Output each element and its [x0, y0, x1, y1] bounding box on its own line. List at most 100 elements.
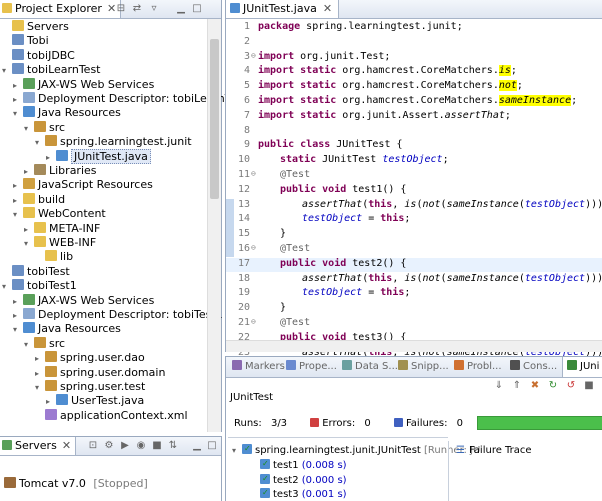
fold-toggle-icon[interactable]: ⊖ [251, 317, 260, 326]
tree-item[interactable]: lib [35, 250, 73, 264]
tree-item[interactable]: tobiTest [2, 264, 70, 279]
debug-server-icon[interactable]: ⊡ [86, 439, 100, 453]
tab-cons[interactable]: Cons... [506, 357, 557, 377]
expand-arrow-icon[interactable]: ▸ [13, 93, 23, 107]
code-line[interactable]: 3 ⊖ import org.junit.Test; [226, 51, 602, 65]
tree-item[interactable]: ▸ JavaScript Resources [13, 178, 153, 192]
code-line[interactable]: 12 public void test1() { [226, 184, 602, 198]
link-with-editor-icon[interactable]: ⇄ [130, 2, 144, 16]
code-line[interactable]: 5 import static org.hamcrest.CoreMatchers… [226, 80, 602, 94]
code-line[interactable]: 16 ⊖ @Test [226, 243, 602, 257]
expand-arrow-icon[interactable]: ▾ [24, 237, 34, 251]
tree-item[interactable]: ▸ JAX-WS Web Services [13, 77, 154, 93]
tree-item[interactable]: ▾ src [24, 120, 65, 135]
expand-arrow-icon[interactable]: ▸ [13, 79, 23, 93]
close-icon[interactable]: ✕ [323, 2, 332, 15]
code-line[interactable]: 14 testObject = this; [226, 213, 602, 227]
tree-item[interactable]: ▸ META-INF [24, 221, 100, 237]
expand-arrow-icon[interactable]: ▾ [13, 107, 23, 121]
code-line[interactable]: 1 package spring.learningtest.junit; [226, 21, 602, 35]
expand-arrow-icon[interactable]: ▸ [24, 223, 34, 237]
explorer-scrollbar[interactable] [207, 19, 221, 432]
code-line[interactable]: 20} [226, 302, 602, 316]
tree-item[interactable]: ▸ spring.user.dao [35, 351, 145, 365]
collapse-all-icon[interactable]: ⊟ [114, 2, 128, 16]
minimize-icon[interactable]: ▁ [174, 2, 188, 16]
code-area[interactable]: 1 package spring.learningtest.junit; 2 3 ⊖ im… [226, 19, 602, 417]
close-icon[interactable]: ✕ [62, 439, 71, 452]
fold-toggle-icon[interactable]: ⊖ [251, 169, 260, 178]
tree-item[interactable]: ▸ Deployment Descriptor: tobiTest1 [13, 308, 223, 322]
tab-probl[interactable]: Probl... [450, 357, 502, 377]
tree-item[interactable]: ▾ spring.user.test [35, 380, 145, 394]
show-failures-only-icon[interactable]: ✖ [528, 379, 542, 393]
expand-arrow-icon[interactable]: ▾ [35, 381, 45, 395]
tree-item[interactable]: ▸ JUnitTest.java [46, 148, 151, 165]
expand-arrow-icon[interactable]: ▾ [2, 64, 12, 78]
expand-arrow-icon[interactable]: ▾ [24, 338, 34, 352]
expand-arrow-icon[interactable]: ▾ [35, 136, 45, 150]
code-line[interactable]: 4 import static org.hamcrest.CoreMatchers… [226, 65, 602, 79]
tree-item[interactable]: applicationContext.xml [35, 408, 188, 423]
stop-junit-icon[interactable]: ■ [582, 379, 596, 393]
tree-item[interactable]: ▾ src [24, 336, 65, 352]
code-line[interactable]: 10 static JUnitTest testObject; [226, 154, 602, 168]
tree-item[interactable]: ▸ spring.user.domain [35, 365, 165, 381]
fold-toggle-icon[interactable]: ⊖ [251, 243, 260, 252]
code-line[interactable]: 13 assertThat(this, is(not(sameInstance(t… [226, 199, 602, 213]
test-case-node[interactable]: test1 (0.008 s) [260, 457, 347, 472]
test-suite-node[interactable]: ▾spring.learningtest.junit.JUnitTest [Ru… [232, 442, 480, 457]
code-line[interactable]: 11 ⊖ @Test [226, 169, 602, 183]
expand-arrow-icon[interactable]: ▸ [46, 395, 56, 409]
tab-prope[interactable]: Prope... [282, 357, 337, 377]
next-failure-icon[interactable]: ⇓ [492, 379, 506, 393]
code-line[interactable]: 17 public void test2() { [226, 257, 602, 272]
editor-horizontal-scrollbar[interactable] [226, 340, 602, 352]
expand-arrow-icon[interactable]: ▸ [13, 295, 23, 309]
expand-arrow-icon[interactable]: ▸ [35, 367, 45, 381]
expand-arrow-icon[interactable]: ▸ [13, 179, 23, 193]
expand-arrow-icon[interactable]: ▸ [13, 194, 23, 208]
start-server-icon[interactable]: ⚙ [102, 439, 116, 453]
tab-snipp[interactable]: Snipp... [394, 357, 449, 377]
tab-juni[interactable]: JUni [562, 357, 602, 377]
tree-item[interactable]: ▸ UserTest.java [46, 394, 144, 408]
run-server-icon[interactable]: ▶ [118, 439, 132, 453]
server-item-tomcat[interactable]: Tomcat v7.0 [Stopped] [4, 477, 148, 491]
expand-arrow-icon[interactable]: ▸ [24, 165, 34, 179]
profile-server-icon[interactable]: ◉ [134, 439, 148, 453]
expand-arrow-icon[interactable]: ▾ [13, 208, 23, 222]
maximize-icon[interactable]: □ [190, 2, 204, 16]
code-line[interactable]: 19 testObject = this; [226, 287, 602, 301]
previous-failure-icon[interactable]: ⇑ [510, 379, 524, 393]
tree-item[interactable]: ▾ tobiLearnTest [2, 63, 101, 77]
expand-arrow-icon[interactable]: ▸ [35, 352, 45, 366]
tree-item[interactable]: ▾ Java Resources [13, 322, 121, 336]
expand-arrow-icon[interactable]: ▸ [13, 309, 23, 323]
tab-markers[interactable]: Markers [228, 357, 285, 377]
tree-item[interactable]: Servers [2, 20, 69, 34]
maximize-icon[interactable]: □ [205, 439, 219, 453]
expand-icon[interactable]: ▾ [232, 444, 242, 457]
stop-server-icon[interactable]: ■ [150, 439, 164, 453]
tab-project-explorer[interactable]: Project Explorer ✕ [0, 0, 122, 18]
tree-item[interactable]: ▾ WEB-INF [24, 236, 96, 250]
tree-item[interactable]: ▾ WebContent [13, 207, 106, 221]
tree-item[interactable]: ▸ build [13, 192, 65, 208]
rerun-failed-first-icon[interactable]: ↺ [564, 379, 578, 393]
scrollbar-thumb[interactable] [210, 39, 219, 199]
publish-icon[interactable]: ⇅ [166, 439, 180, 453]
tab-servers[interactable]: Servers ✕ [0, 437, 77, 455]
code-line[interactable]: 15} [226, 228, 602, 242]
tree-item[interactable]: ▾ tobiTest1 [2, 279, 77, 293]
code-line[interactable]: 8 [226, 125, 602, 139]
expand-arrow-icon[interactable]: ▸ [46, 151, 56, 165]
test-case-node[interactable]: test2 (0.000 s) [260, 472, 347, 487]
tab-junittest-java[interactable]: JUnitTest.java ✕ [226, 0, 340, 18]
code-line[interactable]: 21 ⊖ @Test [226, 317, 602, 331]
view-menu-icon[interactable]: ▿ [147, 2, 161, 16]
rerun-test-icon[interactable]: ↻ [546, 379, 560, 393]
tree-item[interactable]: Tobi [2, 34, 49, 48]
code-line[interactable]: 2 [226, 36, 602, 50]
tree-item[interactable]: ▾ Java Resources [13, 106, 121, 120]
